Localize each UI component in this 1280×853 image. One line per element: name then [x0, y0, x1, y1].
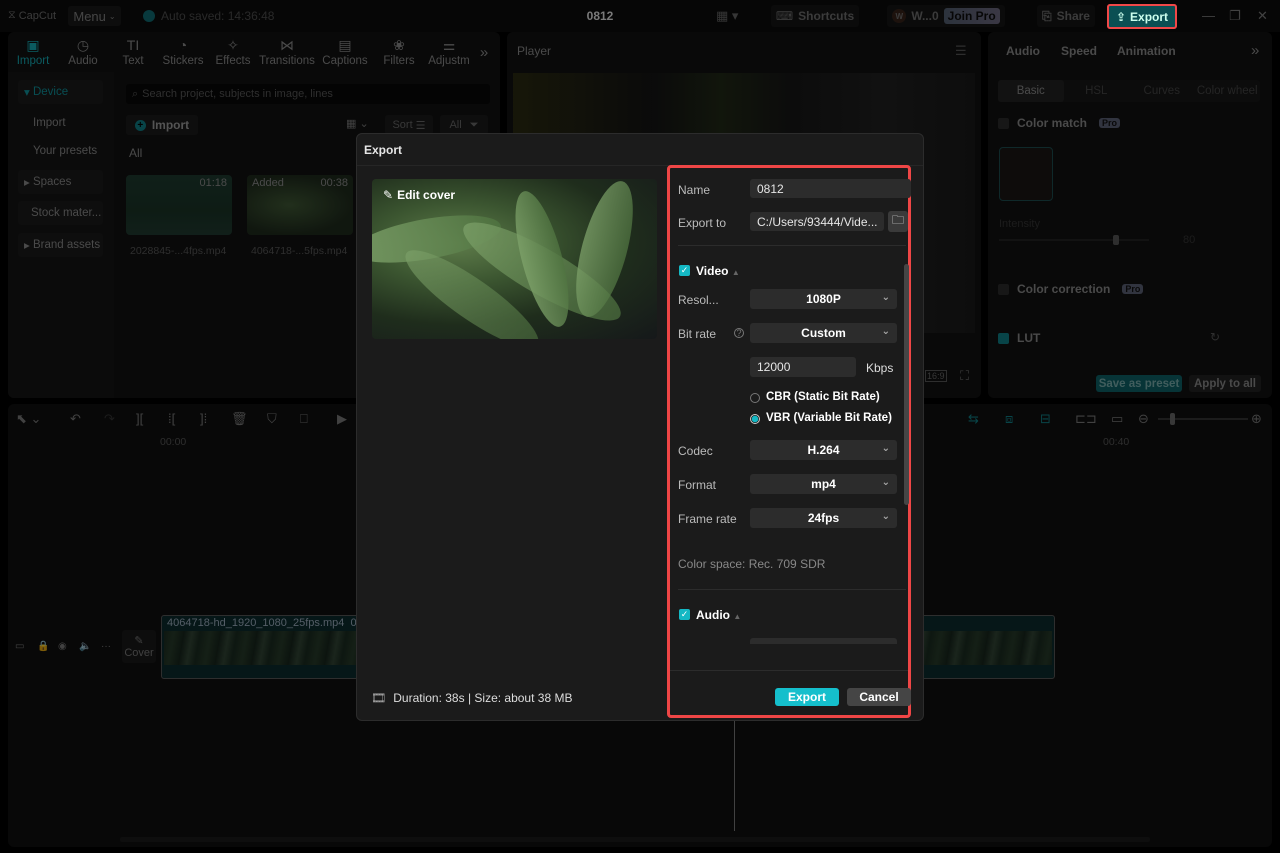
- export-to-label: Export to: [678, 216, 727, 230]
- format-select[interactable]: mp4 ⌄: [750, 474, 897, 494]
- divider: [670, 670, 908, 671]
- format-label: Format: [678, 478, 717, 492]
- audio-checkbox[interactable]: ✓: [679, 609, 690, 620]
- cbr-radio[interactable]: [750, 393, 760, 403]
- bitrate-select[interactable]: Custom ⌄: [750, 323, 897, 343]
- cbr-label: CBR (Static Bit Rate): [766, 391, 880, 403]
- export-summary: 🎞 Duration: 38s | Size: about 38 MB: [371, 691, 573, 705]
- audio-section-title[interactable]: Audio ▲: [696, 608, 741, 622]
- audio-format-select[interactable]: [750, 638, 897, 644]
- folder-button[interactable]: 🗀: [888, 211, 908, 232]
- edit-cover-button[interactable]: ✎ Edit cover: [383, 188, 455, 202]
- divider: [678, 589, 906, 590]
- name-input[interactable]: 0812: [750, 179, 911, 198]
- vbr-radio[interactable]: [750, 414, 760, 424]
- cancel-button[interactable]: Cancel: [847, 688, 911, 706]
- export-button[interactable]: Export: [775, 688, 839, 706]
- video-section-title[interactable]: Video ▲: [696, 264, 740, 278]
- name-label: Name: [678, 183, 711, 197]
- codec-label: Codec: [678, 444, 713, 458]
- resolution-label: Resol...: [678, 293, 719, 307]
- resolution-select[interactable]: 1080P ⌄: [750, 289, 897, 309]
- vbr-label: VBR (Variable Bit Rate): [766, 412, 892, 424]
- divider: [678, 245, 906, 246]
- export-settings: Name 0812 Export to C:/Users/93444/Vide.…: [667, 165, 911, 718]
- framerate-label: Frame rate: [678, 512, 737, 526]
- framerate-select[interactable]: 24fps ⌄: [750, 508, 897, 528]
- help-icon[interactable]: ?: [734, 328, 744, 338]
- collapse-icon: ▲: [733, 612, 742, 621]
- chevron-down-icon: ⌄: [881, 292, 890, 303]
- export-top-highlight[interactable]: ⇪ Export: [1107, 4, 1177, 29]
- chevron-down-icon: ⌄: [881, 443, 890, 454]
- export-path-input[interactable]: C:/Users/93444/Vide...: [750, 212, 884, 231]
- collapse-icon: ▲: [731, 268, 740, 277]
- settings-scrollbar[interactable]: [904, 264, 909, 505]
- chevron-down-icon: ⌄: [881, 511, 890, 522]
- video-checkbox[interactable]: ✓: [679, 265, 690, 276]
- chevron-down-icon: ⌄: [881, 326, 890, 337]
- folder-icon: 🗀: [891, 213, 904, 227]
- edit-icon: ✎: [383, 188, 394, 202]
- export-dialog: Export ✎ Edit cover 🎞 Duration: 38s | Size…: [356, 133, 924, 721]
- cover-preview[interactable]: ✎ Edit cover: [372, 179, 657, 339]
- bitrate-label: Bit rate: [678, 327, 717, 341]
- bitrate-input[interactable]: 12000: [750, 357, 856, 377]
- codec-select[interactable]: H.264 ⌄: [750, 440, 897, 460]
- kbps-unit: Kbps: [866, 361, 894, 375]
- dialog-title: Export: [364, 143, 403, 157]
- chevron-down-icon: ⌄: [881, 477, 890, 488]
- film-icon: 🎞: [371, 691, 387, 705]
- fern-shape: [564, 179, 645, 323]
- upload-icon: ⇪: [1115, 9, 1127, 24]
- color-space-info: Color space: Rec. 709 SDR: [678, 557, 826, 571]
